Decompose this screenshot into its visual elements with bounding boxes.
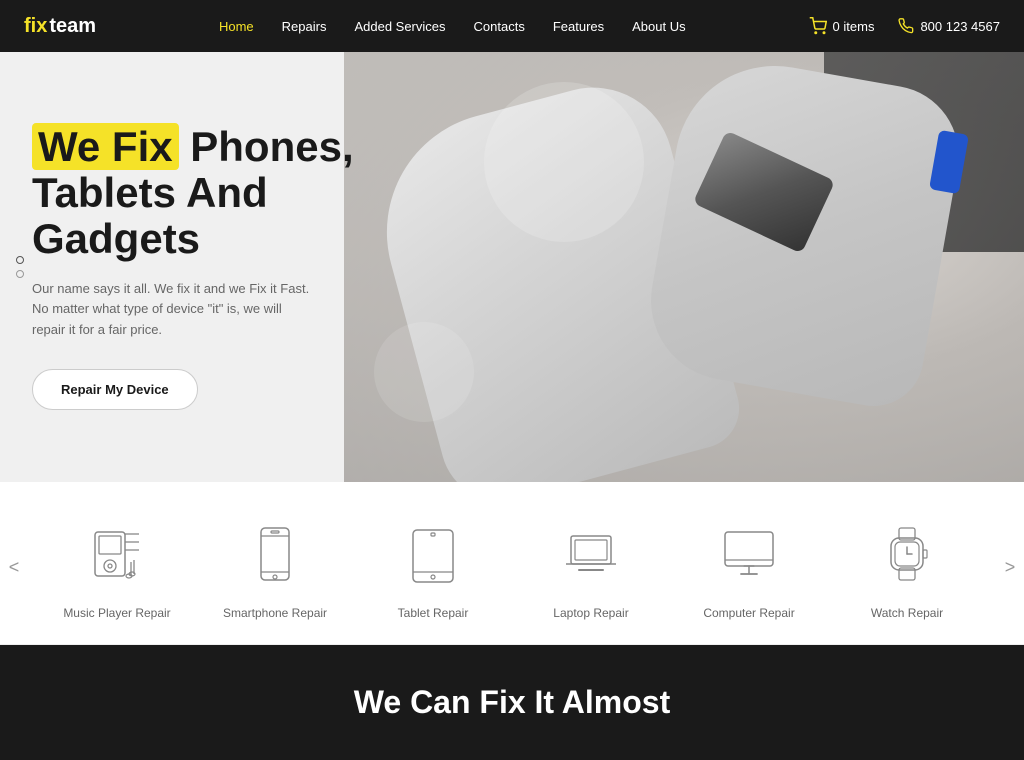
hero-title-line3: Gadgets (32, 215, 200, 262)
hero-section: We Fix Phones, Tablets And Gadgets Our n… (0, 52, 1024, 482)
main-nav: Home Repairs Added Services Contacts Fea… (219, 19, 686, 34)
nav-repairs[interactable]: Repairs (282, 19, 327, 34)
phone-display: 800 123 4567 (898, 18, 1000, 34)
tablet-label: Tablet Repair (398, 606, 469, 620)
phone-icon (898, 18, 914, 34)
logo[interactable]: fix team (24, 15, 96, 38)
hero-title-line2: Tablets And (32, 169, 268, 216)
hero-title-rest: Phones, (179, 123, 354, 170)
computer-icon (719, 524, 779, 584)
computer-label: Computer Repair (703, 606, 794, 620)
tablet-icon-wrap (393, 514, 473, 594)
smartphone-icon-wrap (235, 514, 315, 594)
phone-number: 800 123 4567 (920, 19, 1000, 34)
dark-section: We Can Fix It Almost (0, 645, 1024, 760)
hero-title: We Fix Phones, Tablets And Gadgets (32, 124, 412, 263)
watch-icon-wrap (867, 514, 947, 594)
service-item-computer[interactable]: Computer Repair (679, 514, 819, 620)
nav-added-services[interactable]: Added Services (354, 19, 445, 34)
nav-about-us[interactable]: About Us (632, 19, 685, 34)
watch-label: Watch Repair (871, 606, 943, 620)
laptop-icon-wrap (551, 514, 631, 594)
music-player-icon-wrap (77, 514, 157, 594)
laptop-icon (561, 524, 621, 584)
dot-2[interactable] (16, 270, 24, 278)
site-header: fix team Home Repairs Added Services Con… (0, 0, 1024, 52)
cart-label: 0 items (833, 19, 875, 34)
services-strip: < (0, 482, 1024, 645)
services-inner: < (0, 514, 1024, 620)
computer-icon-wrap (709, 514, 789, 594)
nav-contacts[interactable]: Contacts (474, 19, 525, 34)
smartphone-icon (245, 524, 305, 584)
hero-subtitle: Our name says it all. We fix it and we F… (32, 279, 312, 341)
logo-team: team (49, 15, 96, 38)
prev-arrow[interactable]: < (0, 537, 28, 597)
laptop-label: Laptop Repair (553, 606, 628, 620)
hero-highlight: We Fix (32, 123, 179, 170)
service-item-watch[interactable]: Watch Repair (837, 514, 977, 620)
hero-content: We Fix Phones, Tablets And Gadgets Our n… (32, 124, 412, 410)
nav-features[interactable]: Features (553, 19, 604, 34)
smartphone-label: Smartphone Repair (223, 606, 327, 620)
logo-fix: fix (24, 15, 47, 38)
next-arrow[interactable]: > (996, 537, 1024, 597)
music-player-label: Music Player Repair (63, 606, 170, 620)
header-right: 0 items 800 123 4567 (809, 17, 1000, 35)
dark-section-heading: We Can Fix It Almost (354, 684, 670, 721)
services-list: Music Player Repair Smartphone Repair (28, 514, 996, 620)
cart-icon (809, 17, 827, 35)
cta-button[interactable]: Repair My Device (32, 369, 198, 410)
service-item-smartphone[interactable]: Smartphone Repair (205, 514, 345, 620)
service-item-laptop[interactable]: Laptop Repair (521, 514, 661, 620)
cart-button[interactable]: 0 items (809, 17, 875, 35)
nav-home[interactable]: Home (219, 19, 254, 34)
slide-dots (16, 256, 24, 278)
dot-1[interactable] (16, 256, 24, 264)
watch-icon (877, 524, 937, 584)
hex-shape-large (484, 82, 644, 242)
service-item-music[interactable]: Music Player Repair (47, 514, 187, 620)
hero-background (344, 52, 1024, 482)
music-player-icon (87, 524, 147, 584)
tablet-icon (403, 524, 463, 584)
service-item-tablet[interactable]: Tablet Repair (363, 514, 503, 620)
